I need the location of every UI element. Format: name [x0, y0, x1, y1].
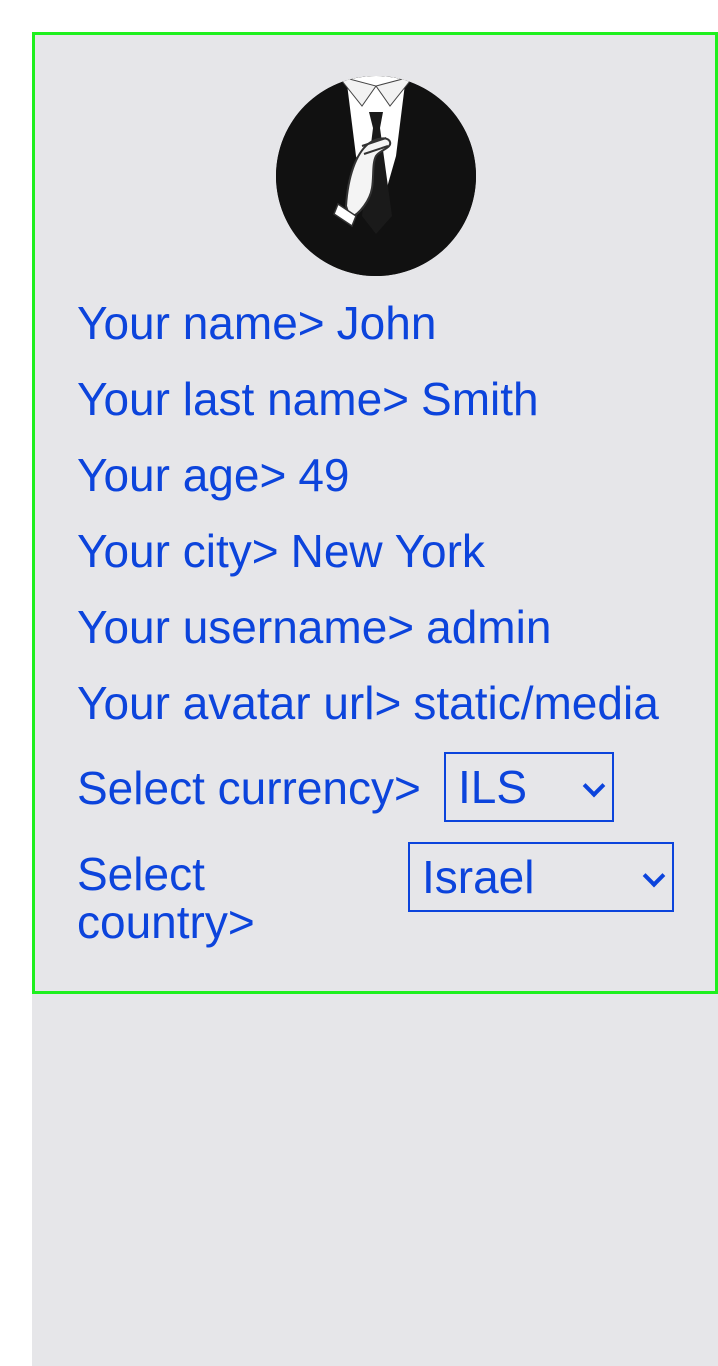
currency-select[interactable]: ILS [444, 752, 614, 822]
last-name-value: Smith [421, 373, 539, 425]
city-value: New York [290, 525, 485, 577]
country-label: Select country> [77, 848, 255, 948]
last-name-row: Your last name> Smith [77, 371, 539, 427]
profile-card: Your name> John Your last name> Smith Yo… [32, 32, 718, 994]
age-row: Your age> 49 [77, 447, 350, 503]
chevron-down-icon [582, 774, 606, 798]
city-label: Your city> [77, 525, 279, 577]
currency-selected: ILS [458, 761, 528, 813]
avatar-url-row: Your avatar url> static/media [77, 675, 663, 731]
currency-label: Select currency> [77, 762, 421, 814]
currency-row: Select currency> [77, 760, 433, 816]
last-name-label: Your last name> [77, 373, 410, 425]
name-label: Your name> [77, 297, 325, 349]
age-value: 49 [298, 449, 350, 501]
username-label: Your username> [77, 601, 415, 653]
country-select[interactable]: Israel [408, 842, 674, 912]
age-label: Your age> [77, 449, 287, 501]
avatar-url-label: Your avatar url> [77, 677, 402, 729]
avatar-url-value: static/media [413, 677, 659, 729]
chevron-down-icon [642, 864, 666, 888]
city-row: Your city> New York [77, 523, 485, 579]
name-value: John [336, 297, 437, 349]
username-value: admin [426, 601, 552, 653]
suit-icon [276, 76, 476, 276]
avatar [276, 76, 476, 276]
country-selected: Israel [422, 851, 535, 903]
name-row: Your name> John [77, 295, 436, 351]
username-row: Your username> admin [77, 599, 551, 655]
